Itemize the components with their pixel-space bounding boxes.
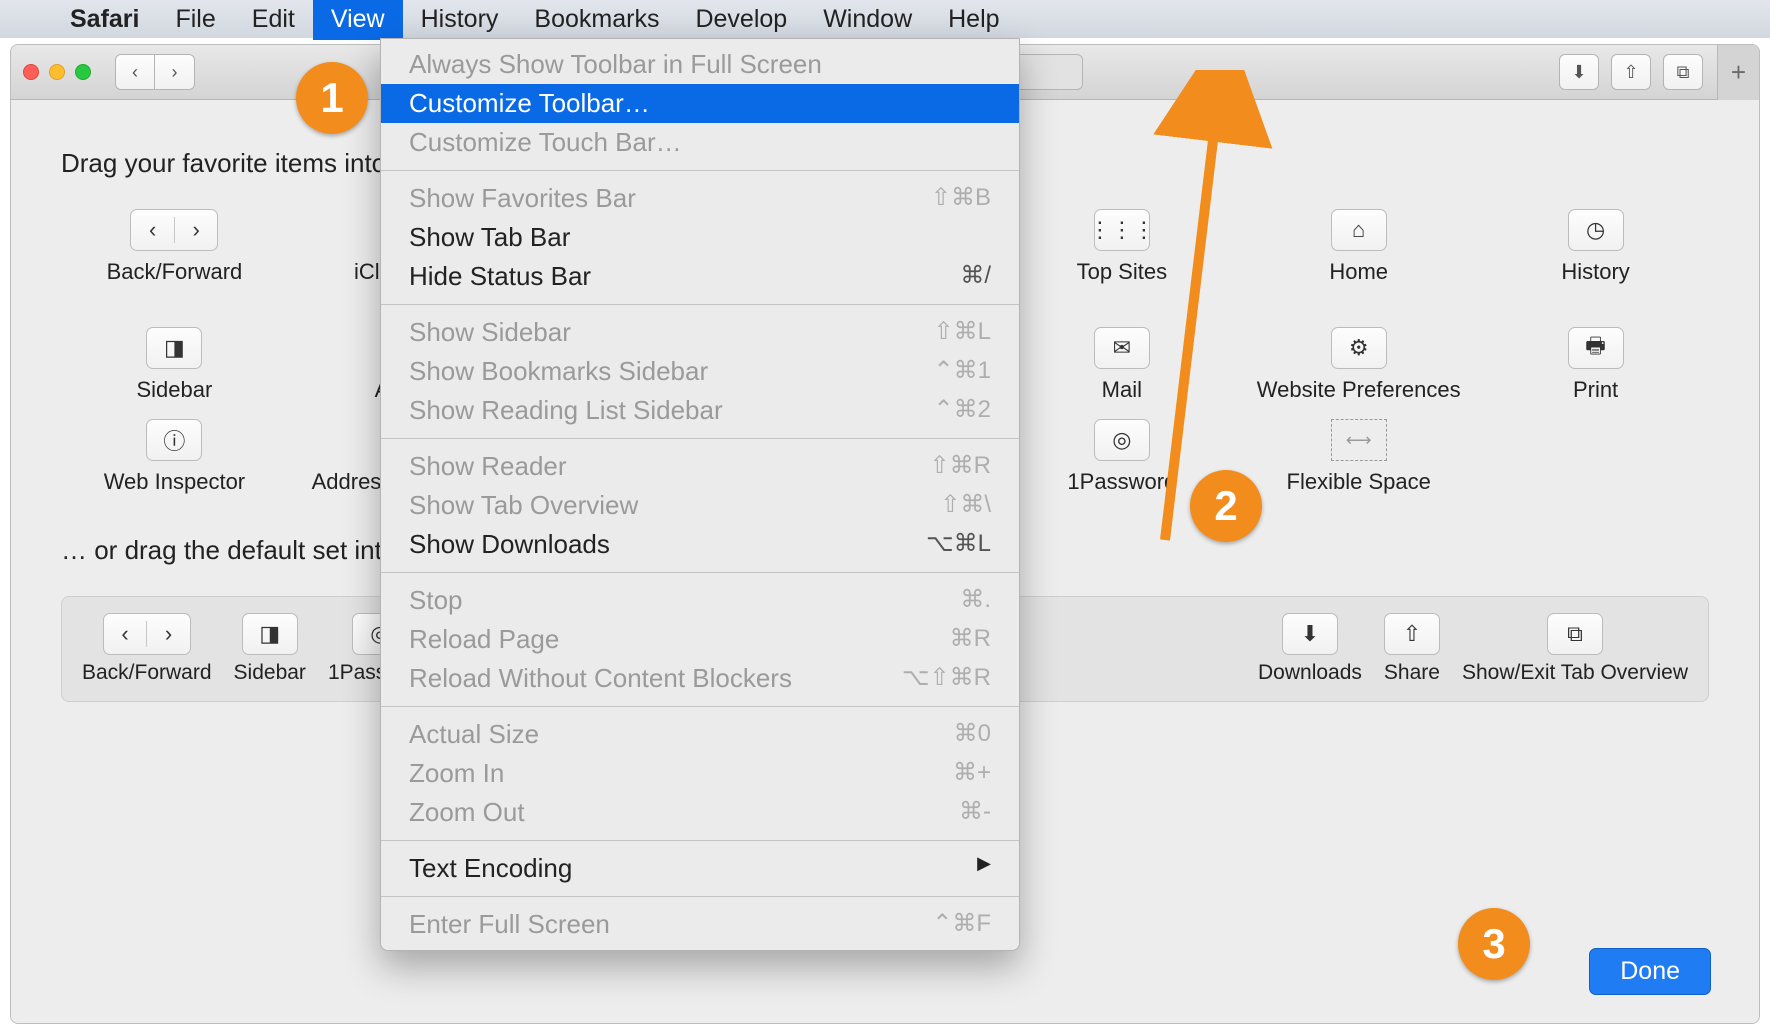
- default-item-downloads[interactable]: ⬇Downloads: [1258, 613, 1362, 685]
- annotation-badge-1: 1: [296, 62, 368, 134]
- menu-item-always-show-toolbar-in-full-screen: Always Show Toolbar in Full Screen: [381, 45, 1019, 84]
- default-item-share[interactable]: ⇧Share: [1384, 613, 1440, 685]
- menu-edit[interactable]: Edit: [234, 0, 313, 40]
- menu-window[interactable]: Window: [805, 0, 930, 40]
- menu-item-reload-page: Reload Page⌘R: [381, 620, 1019, 659]
- forward-button[interactable]: ›: [155, 54, 195, 90]
- menu-item-customize-touch-bar-: Customize Touch Bar…: [381, 123, 1019, 162]
- menu-bookmarks[interactable]: Bookmarks: [516, 0, 677, 40]
- toolbar-item-label: Back/Forward: [107, 259, 243, 285]
- web-inspector-icon: ⓘ: [146, 419, 202, 461]
- toolbar-item-label: Home: [1329, 259, 1388, 285]
- annotation-badge-3: 3: [1458, 908, 1530, 980]
- history-icon: ◷: [1568, 209, 1624, 251]
- menu-item-show-reading-list-sidebar: Show Reading List Sidebar⌃⌘2: [381, 391, 1019, 430]
- sidebar-icon: ◨: [146, 327, 202, 369]
- default-item-sidebar[interactable]: ◨Sidebar: [234, 613, 306, 685]
- toolbar-item-web-inspector[interactable]: ⓘ Web Inspector: [61, 419, 288, 495]
- toolbar-item-back-forward[interactable]: ‹› Back/Forward: [61, 209, 288, 311]
- toolbar-item-history[interactable]: ◷ History: [1482, 209, 1709, 311]
- menu-item-show-favorites-bar: Show Favorites Bar⇧⌘B: [381, 179, 1019, 218]
- menu-item-reload-without-content-blockers: Reload Without Content Blockers⌥⇧⌘R: [381, 659, 1019, 698]
- toolbar-item-label: Web Inspector: [104, 469, 245, 495]
- share-button[interactable]: ⇧: [1611, 54, 1651, 90]
- menu-item-zoom-in: Zoom In⌘+: [381, 754, 1019, 793]
- back-forward-icon: ‹›: [130, 209, 218, 251]
- window-controls: [23, 64, 91, 80]
- annotation-badge-2: 2: [1190, 470, 1262, 542]
- back-forward[interactable]: ‹ ›: [115, 54, 195, 90]
- menu-item-stop: Stop⌘.: [381, 581, 1019, 620]
- minimize-window[interactable]: [49, 64, 65, 80]
- zoom-window[interactable]: [75, 64, 91, 80]
- print-icon: 🖶: [1568, 327, 1624, 369]
- website-preferences-icon: ⚙: [1331, 327, 1387, 369]
- menu-item-show-sidebar: Show Sidebar⇧⌘L: [381, 313, 1019, 352]
- done-button[interactable]: Done: [1589, 948, 1711, 995]
- new-tab-button[interactable]: +: [1717, 45, 1759, 100]
- toolbar-item-sidebar[interactable]: ◨ Sidebar: [61, 327, 288, 403]
- menu-item-text-encoding[interactable]: Text Encoding▶: [381, 849, 1019, 888]
- menu-file[interactable]: File: [157, 0, 233, 40]
- menu-item-hide-status-bar[interactable]: Hide Status Bar⌘/: [381, 257, 1019, 296]
- menu-item-zoom-out: Zoom Out⌘-: [381, 793, 1019, 832]
- toolbar-item-label: Print: [1573, 377, 1618, 403]
- default-item-show-exit-tab-overview[interactable]: ⧉Show/Exit Tab Overview: [1462, 613, 1688, 685]
- menu-item-show-bookmarks-sidebar: Show Bookmarks Sidebar⌃⌘1: [381, 352, 1019, 391]
- menu-view[interactable]: View: [313, 0, 403, 40]
- menu-item-customize-toolbar-[interactable]: Customize Toolbar…: [381, 84, 1019, 123]
- flexible-space-icon: ⟷: [1331, 419, 1387, 461]
- menu-safari[interactable]: Safari: [52, 0, 157, 40]
- menu-item-actual-size: Actual Size⌘0: [381, 715, 1019, 754]
- menu-item-show-reader: Show Reader⇧⌘R: [381, 447, 1019, 486]
- menu-item-show-tab-overview: Show Tab Overview⇧⌘\: [381, 486, 1019, 525]
- menu-item-enter-full-screen: Enter Full Screen⌃⌘F: [381, 905, 1019, 944]
- menu-develop[interactable]: Develop: [677, 0, 805, 40]
- downloads-button[interactable]: ⬇: [1559, 54, 1599, 90]
- toolbar-item-label: History: [1561, 259, 1629, 285]
- menubar: Safari File Edit View History Bookmarks …: [0, 0, 1770, 38]
- toolbar-item-print[interactable]: 🖶 Print: [1482, 327, 1709, 403]
- menu-history[interactable]: History: [403, 0, 517, 40]
- view-menu-dropdown: Always Show Toolbar in Full ScreenCustom…: [380, 38, 1020, 951]
- close-window[interactable]: [23, 64, 39, 80]
- toolbar-item-label: Flexible Space: [1287, 469, 1431, 495]
- tab-overview-button[interactable]: ⧉: [1663, 54, 1703, 90]
- home-icon: ⌂: [1331, 209, 1387, 251]
- menu-item-show-tab-bar[interactable]: Show Tab Bar: [381, 218, 1019, 257]
- toolbar-item-label: Sidebar: [137, 377, 213, 403]
- menu-item-show-downloads[interactable]: Show Downloads⌥⌘L: [381, 525, 1019, 564]
- menu-help[interactable]: Help: [930, 0, 1017, 40]
- back-button[interactable]: ‹: [115, 54, 155, 90]
- default-item-back-forward[interactable]: ‹›Back/Forward: [82, 613, 212, 685]
